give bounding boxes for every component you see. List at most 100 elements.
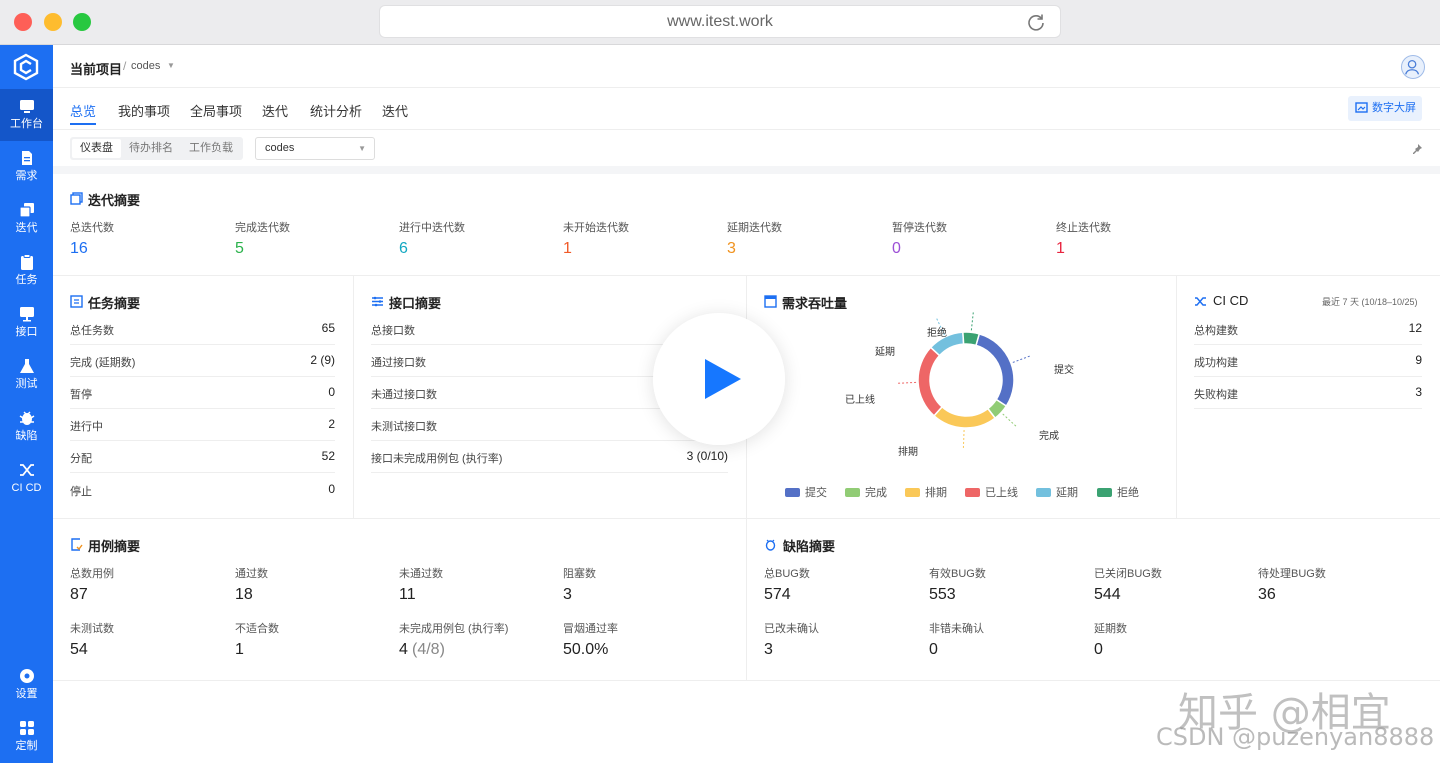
bug-summary-title: 缺陷摘要: [783, 539, 836, 554]
stat-total-iterations-value[interactable]: 16: [70, 240, 88, 258]
stat-label: 通过数: [235, 568, 268, 580]
divider: [353, 275, 354, 518]
stat-label: 未通过数: [399, 568, 443, 580]
donut-slice-2[interactable]: [932, 405, 997, 429]
legend-item[interactable]: 提交: [785, 484, 827, 500]
row-label: 总构建数: [1194, 325, 1238, 337]
digital-bigscreen-button[interactable]: 数字大屏: [1348, 96, 1422, 121]
row-label: 通过接口数: [371, 357, 426, 369]
row-value: 65: [321, 321, 335, 335]
pin-icon[interactable]: [1411, 143, 1423, 155]
stat-paused-iterations-value[interactable]: 0: [892, 240, 901, 258]
tab-global-items[interactable]: 全局事项: [190, 101, 242, 120]
row-value: 52: [321, 449, 335, 463]
stat-value[interactable]: 574: [764, 586, 791, 604]
list-item[interactable]: 总构建数 12: [1194, 313, 1422, 345]
legend-item[interactable]: 完成: [845, 484, 887, 500]
stat-value[interactable]: 50.0%: [563, 641, 608, 659]
sidebar-item-settings[interactable]: 设置: [0, 659, 53, 711]
tab-statistics[interactable]: 统计分析: [310, 101, 362, 120]
donut-slice-0[interactable]: [975, 332, 1015, 408]
list-item[interactable]: 失败构建 3: [1194, 377, 1422, 409]
url-text: www.itest.work: [667, 13, 773, 30]
stat-value[interactable]: 0: [929, 641, 938, 659]
app-logo-icon[interactable]: [12, 53, 40, 81]
stat-value[interactable]: 54: [70, 641, 88, 659]
segment-workload[interactable]: 工作负载: [181, 139, 241, 158]
row-value: 3 (0/10): [686, 449, 728, 463]
avatar[interactable]: [1401, 55, 1425, 79]
list-item[interactable]: 分配 52: [70, 441, 335, 473]
workbench-icon: [19, 100, 34, 113]
stat-value[interactable]: 36: [1258, 586, 1276, 604]
stat-completed-iterations-value[interactable]: 5: [235, 240, 244, 258]
donut-slice-3[interactable]: [917, 346, 944, 417]
list-item[interactable]: 完成 (延期数) 2 (9): [70, 345, 335, 377]
sidebar-item-api[interactable]: 接口: [0, 297, 53, 349]
stat-value[interactable]: 18: [235, 586, 253, 604]
sidebar-item-defects[interactable]: 缺陷: [0, 401, 53, 453]
donut-slice-5[interactable]: [962, 331, 981, 347]
close-window-button[interactable]: [14, 13, 32, 31]
legend-item[interactable]: 排期: [905, 484, 947, 500]
legend-item[interactable]: 已上线: [965, 484, 1018, 500]
sidebar-item-test[interactable]: 测试: [0, 349, 53, 401]
stat-delayed-iterations-value[interactable]: 3: [727, 240, 736, 258]
chevron-down-icon[interactable]: ▼: [167, 61, 175, 70]
list-item[interactable]: 接口未完成用例包 (执行率) 3 (0/10): [371, 441, 728, 473]
sidebar-item-label: CI CD: [11, 482, 42, 494]
list-item[interactable]: 暂停 0: [70, 377, 335, 409]
stat-value[interactable]: 3: [764, 641, 773, 659]
tab-iterations[interactable]: 迭代: [262, 101, 288, 120]
row-label: 未通过接口数: [371, 389, 437, 401]
reload-icon[interactable]: [1026, 12, 1046, 32]
sidebar-item-label: 定制: [15, 740, 38, 752]
donut-label-completed: 完成: [1039, 431, 1059, 442]
stat-value[interactable]: 3: [563, 586, 572, 604]
sidebar-item-cicd[interactable]: CI CD: [0, 453, 53, 505]
legend-label: 完成: [865, 487, 887, 499]
divider: [1176, 275, 1177, 518]
row-label: 成功构建: [1194, 357, 1238, 369]
bug-icon: [19, 411, 34, 425]
stat-extra: (4/8): [412, 641, 445, 658]
cicd-icon: [1195, 297, 1206, 306]
legend-item[interactable]: 拒绝: [1097, 484, 1139, 500]
maximize-window-button[interactable]: [73, 13, 91, 31]
stat-value[interactable]: 1: [235, 641, 244, 659]
legend-item[interactable]: 延期: [1036, 484, 1078, 500]
project-select[interactable]: codes ▼: [255, 137, 375, 160]
segment-dashboard[interactable]: 仪表盘: [72, 139, 121, 158]
sidebar-item-tasks[interactable]: 任务: [0, 245, 53, 297]
donut-leader-line: [970, 310, 975, 331]
tab-my-items[interactable]: 我的事项: [118, 101, 170, 120]
sidebar-item-customize[interactable]: 定制: [0, 711, 53, 763]
stat-value[interactable]: 553: [929, 586, 956, 604]
minimize-window-button[interactable]: [44, 13, 62, 31]
list-item[interactable]: 总任务数 65: [70, 313, 335, 345]
stat-not-started-iterations-value[interactable]: 1: [563, 240, 572, 258]
legend-swatch: [965, 488, 980, 497]
list-item[interactable]: 停止 0: [70, 474, 335, 506]
stat-value[interactable]: 0: [1094, 641, 1103, 659]
sidebar-item-iterations[interactable]: 迭代: [0, 193, 53, 245]
list-item[interactable]: 成功构建 9: [1194, 345, 1422, 377]
video-play-button[interactable]: [653, 313, 785, 445]
list-item[interactable]: 进行中 2: [70, 409, 335, 441]
stat-terminated-iterations-value[interactable]: 1: [1056, 240, 1065, 258]
stat-value[interactable]: 544: [1094, 586, 1121, 604]
breadcrumb-separator: /: [123, 59, 127, 73]
tab-overview[interactable]: 总览: [70, 101, 97, 125]
sidebar-item-requirements[interactable]: 需求: [0, 141, 53, 193]
address-bar[interactable]: www.itest.work: [380, 6, 1060, 37]
tab-iterations-2[interactable]: 迭代: [382, 101, 408, 120]
sidebar-item-workbench[interactable]: 工作台: [0, 89, 53, 141]
stat-label: 冒烟通过率: [563, 623, 618, 635]
stat-value[interactable]: 87: [70, 586, 88, 604]
stat-ongoing-iterations-value[interactable]: 6: [399, 240, 408, 258]
user-icon: [1405, 59, 1420, 75]
stat-value[interactable]: 11: [399, 586, 416, 604]
project-selector[interactable]: codes: [131, 60, 160, 72]
segment-todo-rank[interactable]: 待办排名: [121, 139, 181, 158]
stat-value[interactable]: 4: [399, 641, 408, 659]
